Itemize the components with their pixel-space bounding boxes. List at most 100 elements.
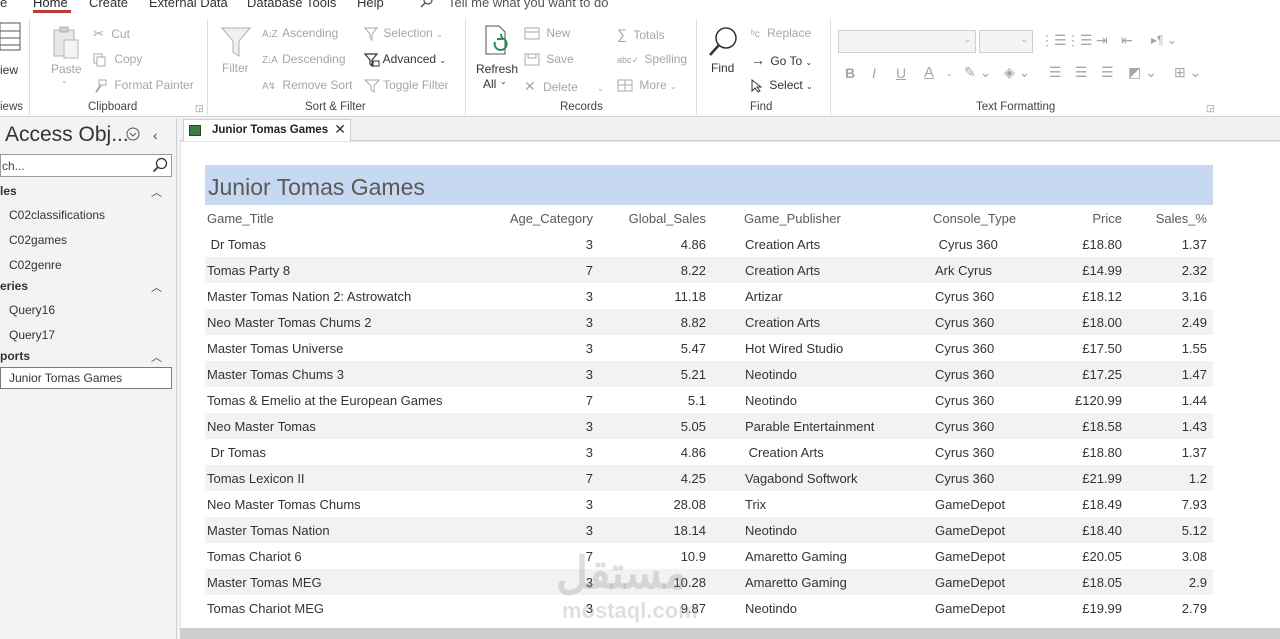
nav-section-queries[interactable]: eries ︿	[0, 279, 172, 297]
conditional-format-icon[interactable]: ◩ ⌄	[1128, 64, 1157, 81]
collapse-pane-icon[interactable]: ‹	[153, 127, 158, 143]
go-to-button[interactable]: → Go To ⌄	[751, 52, 812, 68]
align-center-icon[interactable]: ☰	[1075, 64, 1088, 81]
remove-sort-button[interactable]: A↯ Remove Sort	[262, 78, 352, 92]
table-row: Dr Tomas 3 4.86 Creation Arts Cyrus 360 £18.…	[205, 231, 1213, 257]
fill-color-icon[interactable]: ◈ ⌄	[1004, 64, 1030, 81]
age-category-cell: 3	[585, 497, 593, 512]
descending-button[interactable]: Z↓A Descending	[262, 52, 346, 66]
replace-button[interactable]: ᵇc Replace	[751, 26, 811, 40]
toggle-filter-button[interactable]: Toggle Filter	[364, 78, 449, 93]
price-cell: £17.25	[1082, 367, 1122, 382]
table-row: Tomas Party 8 7 8.22 Creation Arts Ark Cyrus…	[205, 257, 1213, 283]
table-row: Tomas & Emelio at the European Games 7 5.1…	[205, 387, 1213, 413]
document-tab-junior-tomas-games[interactable]: Junior Tomas Games ✕	[183, 119, 351, 141]
font-size-combo[interactable]: ⌄	[979, 30, 1033, 53]
increase-indent-icon[interactable]: ⇥	[1096, 32, 1108, 49]
font-color-button[interactable]: A	[924, 64, 934, 81]
lightbulb-icon[interactable]	[420, 0, 434, 12]
nav-search-input[interactable]: ch...	[0, 154, 172, 177]
bullets-icon[interactable]: ⋮☰	[1040, 32, 1067, 49]
close-icon[interactable]: ✕	[334, 121, 346, 138]
nav-section-label: ports	[0, 349, 30, 363]
nav-item-query16[interactable]: Query16	[0, 299, 172, 321]
chevron-down-icon: ⌄	[436, 30, 443, 39]
tab-database-tools[interactable]: Database Tools	[247, 0, 336, 10]
game-title-cell: Tomas Lexicon II	[207, 471, 305, 486]
publisher-cell: Parable Entertainment	[745, 419, 875, 434]
delete-record-button[interactable]: ✕ Delete ⌄	[524, 78, 604, 95]
save-record-button[interactable]: Save	[524, 52, 574, 66]
totals-button[interactable]: ∑ Totals	[617, 26, 665, 42]
more-button[interactable]: More ⌄	[617, 78, 677, 92]
paragraph-icon[interactable]: ▸¶ ⌄	[1151, 33, 1177, 47]
sales-percent-cell: 2.32	[1181, 263, 1207, 278]
gridlines-icon[interactable]: ⊞ ⌄	[1174, 64, 1201, 81]
tab-create[interactable]: Create	[89, 0, 128, 10]
nav-item-junior-tomas-games[interactable]: Junior Tomas Games	[0, 367, 172, 389]
group-separator	[830, 19, 831, 115]
decrease-indent-icon[interactable]: ⇤	[1121, 32, 1133, 49]
ascending-button[interactable]: A↓Z Ascending	[262, 26, 338, 40]
format-painter-button[interactable]: Format Painter	[93, 78, 194, 93]
selection-button[interactable]: Selection ⌄	[364, 26, 443, 41]
group-separator	[29, 19, 30, 115]
nav-item-c02classifications[interactable]: C02classifications	[0, 204, 172, 226]
replace-label: Replace	[767, 26, 812, 40]
tab-help[interactable]: Help	[357, 0, 384, 10]
sales-percent-cell: 1.47	[1181, 367, 1207, 382]
table-row: Neo Master Tomas 3 5.05 Parable Entertainme…	[205, 413, 1213, 439]
price-cell: £18.00	[1082, 315, 1122, 330]
nav-section-tables[interactable]: les ︿	[0, 184, 172, 202]
price-cell: £21.99	[1082, 471, 1122, 486]
game-title-cell: Tomas Chariot MEG	[207, 601, 325, 616]
sales-percent-cell: 3.08	[1181, 549, 1207, 564]
dialog-launcher-icon[interactable]: ◲	[1206, 103, 1215, 114]
nav-item-label: Junior Tomas Games	[9, 371, 123, 385]
nav-pane-title[interactable]: Access Obj...	[5, 123, 129, 147]
tab-home[interactable]: Home	[33, 0, 68, 10]
spelling-icon: abc✓	[617, 55, 640, 65]
delete-icon: ✕	[524, 78, 536, 94]
align-right-icon[interactable]: ☰	[1101, 64, 1114, 81]
search-icon[interactable]	[152, 157, 168, 176]
italic-button[interactable]: I	[872, 65, 876, 81]
global-sales-cell: 28.08	[673, 497, 706, 512]
table-row: Neo Master Tomas Chums 2 3 8.82 Creation Ar…	[205, 309, 1213, 335]
game-title-cell: Master Tomas Chums 3	[207, 367, 345, 382]
tab-external-data[interactable]: External Data	[149, 0, 228, 10]
views-group-label: iews	[0, 101, 24, 113]
bold-button[interactable]: B	[845, 65, 855, 81]
advanced-button[interactable]: Advanced ⌄	[364, 52, 446, 67]
nav-item-c02genre[interactable]: C02genre	[0, 254, 172, 276]
font-name-combo[interactable]: ⌄	[838, 30, 976, 53]
select-button[interactable]: Select ⌄	[751, 78, 813, 93]
nav-options-icon[interactable]	[126, 127, 140, 144]
save-label: Save	[546, 52, 574, 66]
spelling-button[interactable]: abc✓ Spelling	[617, 52, 687, 66]
cut-button[interactable]: ✂ Cut	[93, 26, 130, 42]
numbering-icon[interactable]: ⋮☰	[1066, 32, 1093, 49]
tab-file[interactable]: e	[0, 0, 7, 10]
new-record-button[interactable]: New	[524, 26, 570, 40]
chevron-down-icon: ⌄	[670, 82, 677, 91]
age-category-cell: 3	[585, 237, 593, 252]
highlight-icon[interactable]: ✎ ⌄	[964, 64, 991, 81]
publisher-cell: Neotindo	[745, 601, 798, 616]
save-icon	[524, 52, 543, 66]
copy-button[interactable]: Copy	[93, 52, 142, 67]
nav-item-query17[interactable]: Query17	[0, 324, 172, 346]
publisher-cell: Amaretto Gaming	[745, 575, 847, 590]
age-category-cell: 3	[585, 367, 593, 382]
dialog-launcher-icon[interactable]: ◲	[195, 103, 204, 114]
align-left-icon[interactable]: ☰	[1049, 64, 1062, 81]
copy-icon	[93, 52, 110, 67]
horizontal-scrollbar[interactable]	[180, 628, 1280, 639]
nav-item-c02games[interactable]: C02games	[0, 229, 172, 251]
underline-button[interactable]: U	[896, 65, 906, 81]
group-separator	[207, 19, 208, 115]
tell-me-box[interactable]: Tell me what you want to do	[448, 0, 608, 10]
nav-section-reports[interactable]: ports ︿	[0, 349, 172, 367]
sales-percent-cell: 1.44	[1181, 393, 1207, 408]
advanced-filter-icon	[364, 52, 383, 67]
